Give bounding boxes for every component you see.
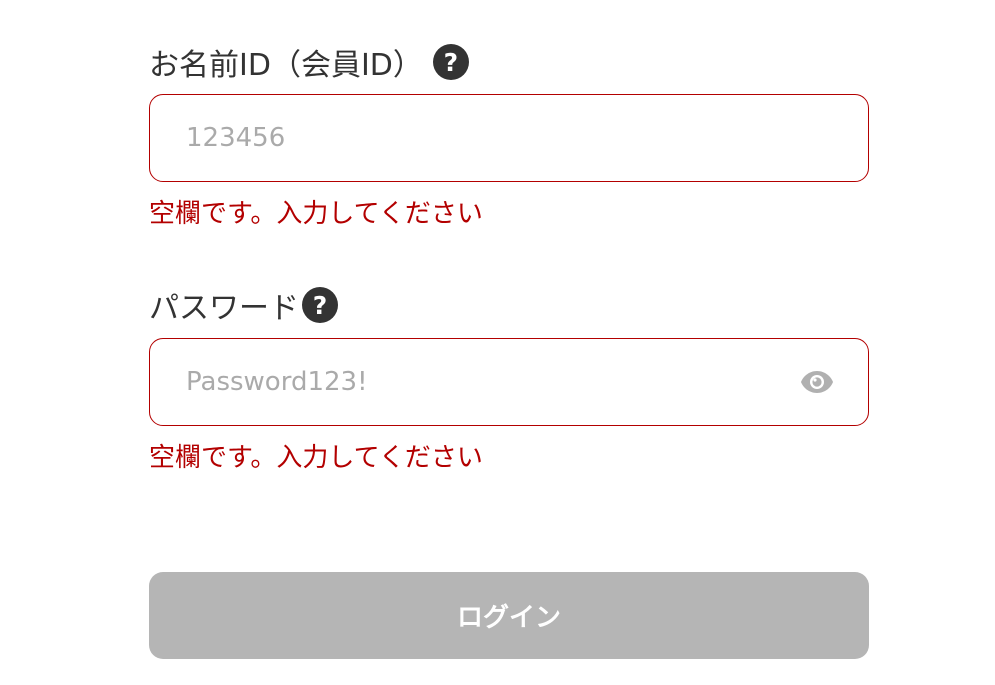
eye-icon[interactable] (800, 367, 834, 397)
password-input[interactable] (150, 339, 868, 425)
question-circle-icon[interactable]: ? (432, 44, 469, 80)
member-id-field-box (149, 94, 869, 182)
password-label: パスワード (149, 291, 299, 326)
eye-icon-graphic (801, 371, 833, 393)
password-field-box (149, 338, 869, 426)
password-label-row: パスワード ? (149, 285, 338, 326)
password-error: 空欄です。入力してください (149, 443, 483, 473)
question-circle-icon[interactable]: ? (302, 287, 338, 323)
login-button[interactable]: ログイン (149, 572, 869, 659)
member-id-input[interactable] (150, 95, 868, 181)
member-id-error: 空欄です。入力してください (149, 199, 483, 229)
member-id-label-row: お名前ID（会員ID） ? (149, 42, 469, 83)
member-id-label: お名前ID（会員ID） (149, 48, 423, 83)
